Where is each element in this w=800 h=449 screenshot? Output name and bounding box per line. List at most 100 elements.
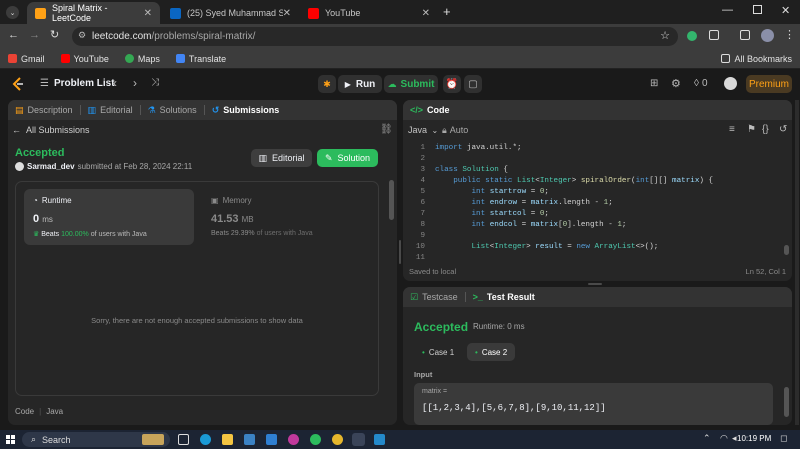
prev-problem-icon[interactable]: ‹ xyxy=(113,76,117,90)
bookmark-maps[interactable]: Maps xyxy=(124,53,160,64)
puzzle-icon[interactable] xyxy=(709,30,719,40)
problem-list-link[interactable]: ☰ Problem List xyxy=(40,78,115,89)
bookmark-icon[interactable]: ⚑ xyxy=(747,124,756,135)
premium-button[interactable]: Premium xyxy=(746,75,792,93)
debug-button[interactable]: ✱ xyxy=(318,75,336,93)
layout-icon[interactable]: ⊞ xyxy=(650,78,658,89)
tab-submissions[interactable]: ↺ Submissions xyxy=(205,105,287,116)
scrollbar-thumb[interactable] xyxy=(389,180,394,220)
volume-icon[interactable]: ◂ xyxy=(732,433,737,444)
bookmark-youtube[interactable]: YouTube xyxy=(60,54,109,64)
input-label: Input xyxy=(414,370,433,379)
editorial-button[interactable]: ▥ Editorial xyxy=(251,149,312,167)
sidepanel-icon[interactable] xyxy=(740,30,750,40)
run-button[interactable]: ▶ Run xyxy=(338,75,382,93)
test-scrollbar[interactable] xyxy=(784,387,789,417)
memory-card[interactable]: ▣ Memory 41.53 MB Beats 29.39% of users w… xyxy=(202,189,372,245)
tab-solutions[interactable]: ⚗ Solutions xyxy=(141,105,204,116)
code-editor[interactable]: 1 import java.util.*; 2 3 class Solution {… xyxy=(403,142,783,262)
wifi-icon[interactable]: ◠ xyxy=(720,433,728,444)
reset-icon[interactable]: ↺ xyxy=(779,124,787,135)
format-icon[interactable]: ≡ xyxy=(729,124,735,135)
chevron-up-icon[interactable]: ⌃ xyxy=(703,433,711,444)
language-select[interactable]: Java ⌄ xyxy=(408,125,438,135)
edge-icon[interactable] xyxy=(200,434,211,445)
settings-gear-icon[interactable]: ⚙ xyxy=(671,77,681,90)
windows-start-icon[interactable] xyxy=(6,435,15,444)
braces-icon[interactable]: {} xyxy=(762,124,769,135)
close-icon[interactable]: ✕ xyxy=(144,8,152,19)
case-2-tab[interactable]: • Case 2 xyxy=(467,343,516,361)
back-icon[interactable]: ← xyxy=(8,29,19,41)
notes-button[interactable]: ▢ xyxy=(464,75,482,93)
leetcode-logo[interactable] xyxy=(12,77,24,91)
runtime-card[interactable]: ◔ Runtime 0 ms ♛ Beats 100.00% of users w… xyxy=(24,189,194,245)
close-icon[interactable]: ✕ xyxy=(283,8,291,19)
page-scrollbar[interactable] xyxy=(795,100,799,425)
runtime-value: 0 ms xyxy=(33,213,53,225)
all-bookmarks[interactable]: All Bookmarks xyxy=(721,54,792,64)
restore-button[interactable] xyxy=(753,5,762,14)
vertical-resize-handle[interactable] xyxy=(399,240,401,264)
app-purple-icon[interactable] xyxy=(288,434,299,445)
tab-code[interactable]: </> Code xyxy=(403,105,457,115)
app-green-icon[interactable] xyxy=(310,434,321,445)
editor-scrollbar[interactable] xyxy=(784,245,789,255)
chrome-icon[interactable] xyxy=(332,434,343,445)
timer-button[interactable]: ⏰ xyxy=(443,75,461,93)
tab-title: YouTube xyxy=(325,8,361,18)
close-window-button[interactable]: ✕ xyxy=(781,4,790,17)
bookmark-gmail[interactable]: Gmail xyxy=(8,54,45,64)
tab-spiral-matrix[interactable]: Spiral Matrix - LeetCode ✕ xyxy=(27,2,160,24)
divider: | xyxy=(39,407,42,416)
notification-icon[interactable]: ◻ xyxy=(780,433,787,444)
taskbar-search[interactable]: ⌕ Search xyxy=(22,432,170,447)
test-panel-tabs: ☑ Testcase >_ Test Result xyxy=(403,287,792,307)
streak-counter[interactable]: ◊ 0 xyxy=(694,78,708,89)
auto-mode-toggle[interactable]: 🔒︎ Auto xyxy=(442,125,468,136)
leetcode-favicon xyxy=(35,7,46,19)
next-problem-icon[interactable]: › xyxy=(133,76,137,90)
clock[interactable]: 10:19 PM xyxy=(737,434,771,443)
task-view-icon[interactable] xyxy=(178,434,189,445)
chrome-active-icon[interactable] xyxy=(352,433,365,446)
tab-search-button[interactable]: ⌄ xyxy=(6,6,19,19)
file-explorer-icon[interactable] xyxy=(222,434,233,445)
tab-linkedin[interactable]: (25) Syed Muhammad Sarmad ✕ xyxy=(162,2,299,24)
beats-value: 100.00% xyxy=(61,231,89,238)
profile-avatar[interactable] xyxy=(761,29,774,42)
vscode-icon[interactable] xyxy=(374,434,385,445)
store-icon[interactable] xyxy=(266,434,277,445)
tab-youtube[interactable]: YouTube ✕ xyxy=(300,2,438,24)
photos-icon[interactable] xyxy=(244,434,255,445)
menu-icon[interactable]: ⋮ xyxy=(784,28,795,41)
horizontal-resize-handle[interactable] xyxy=(588,283,602,285)
minimize-button[interactable]: — xyxy=(722,4,733,16)
solution-button[interactable]: ✎ Solution xyxy=(317,149,378,167)
close-icon[interactable]: ✕ xyxy=(422,8,430,19)
runtime-beats: ♛ Beats 100.00% of users with Java xyxy=(33,230,147,238)
all-submissions-link[interactable]: ← All Submissions xyxy=(12,125,90,135)
bookmark-label: Maps xyxy=(137,53,160,64)
submit-button[interactable]: ☁ Submit xyxy=(384,75,438,93)
extension-icon[interactable] xyxy=(687,31,697,41)
link-icon[interactable]: ⛓ xyxy=(380,124,393,135)
username[interactable]: Sarmad_dev xyxy=(27,162,75,171)
tab-description[interactable]: ▤ Description xyxy=(8,105,80,116)
shuffle-icon[interactable]: ⤨ xyxy=(151,77,159,88)
url-bar[interactable]: ⚙ leetcode.com/problems/spiral-matrix/ ☆ xyxy=(72,27,678,46)
tab-testcase[interactable]: ☑ Testcase xyxy=(403,292,465,303)
forward-icon[interactable]: → xyxy=(29,29,40,41)
bookmark-translate[interactable]: Translate xyxy=(175,54,226,64)
site-info-icon[interactable]: ⚙ xyxy=(78,30,86,41)
tab-editorial[interactable]: ▥ Editorial xyxy=(81,105,140,116)
case-1-tab[interactable]: • Case 1 xyxy=(414,343,462,361)
reload-icon[interactable]: ↻ xyxy=(50,28,59,41)
new-tab-button[interactable]: + xyxy=(443,4,451,19)
user-avatar[interactable] xyxy=(724,77,737,90)
star-icon[interactable]: ☆ xyxy=(660,29,670,42)
code-label: Code xyxy=(15,407,35,416)
beats-value: 29.39% xyxy=(230,230,255,237)
language-value: Java xyxy=(408,125,428,135)
tab-test-result[interactable]: >_ Test Result xyxy=(466,292,542,302)
